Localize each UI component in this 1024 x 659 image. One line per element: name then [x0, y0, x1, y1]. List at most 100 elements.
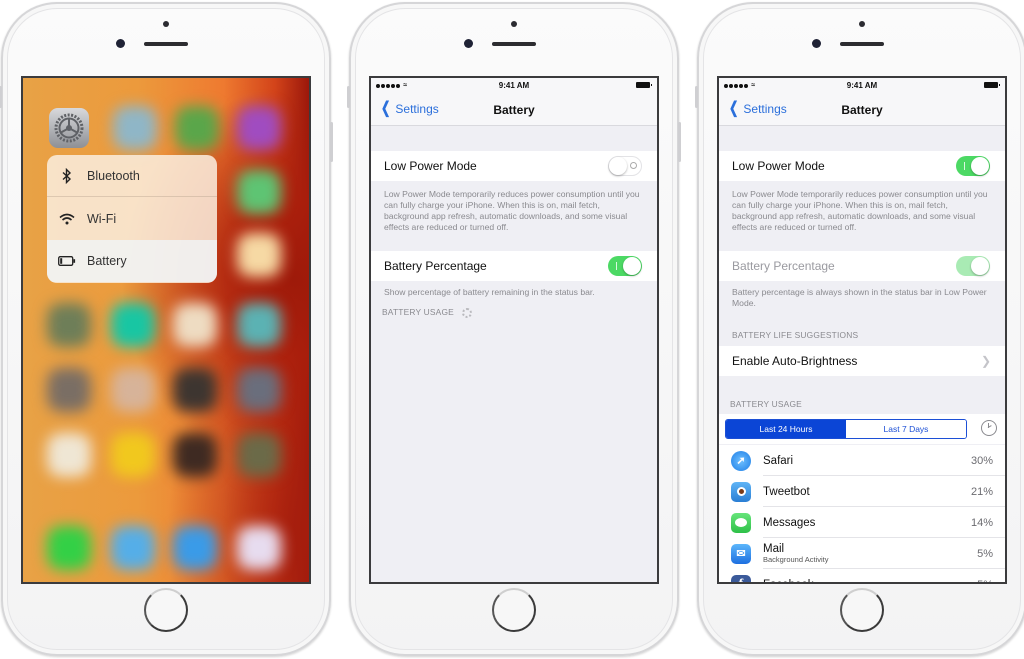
quick-actions-menu: Bluetooth Wi-Fi Battery: [47, 155, 217, 283]
app-usage-row-tweetbot[interactable]: Tweetbot 21%: [719, 476, 1005, 507]
safari-icon: ➚: [731, 450, 751, 471]
app-name: Safari: [763, 454, 794, 467]
blurred-dock-icon: [111, 526, 155, 570]
quick-action-battery[interactable]: Battery: [47, 240, 217, 282]
settings-gear-icon: [54, 113, 84, 143]
battery-usage-header-text: BATTERY USAGE: [382, 307, 454, 317]
quick-action-label: Battery: [87, 254, 127, 268]
iphone-frame-1: Bluetooth Wi-Fi Battery: [0, 2, 333, 656]
earpiece-speaker: [492, 42, 536, 46]
battery-percentage-label: Battery Percentage: [384, 259, 487, 273]
settings-content: Low Power Mode Low Power Mode temporaril…: [371, 127, 657, 582]
volume-button: [0, 86, 2, 108]
app-usage-percent: 14%: [970, 516, 993, 529]
usage-period-segmented-control: Last 24 Hours Last 7 Days: [725, 419, 967, 439]
blurred-app-icon: [237, 106, 281, 150]
three-iphones-composite: Bluetooth Wi-Fi Battery ≈ 9:41 AM ❮ Sett…: [0, 0, 1024, 659]
battery-usage-list: ➚ Safari 30% Tweetbot 21% Messages 14% ✉…: [719, 445, 1005, 583]
blurred-app-icon: [47, 368, 91, 412]
app-name: Facebook: [763, 579, 814, 583]
chevron-right-icon: ❯: [980, 354, 991, 368]
app-usage-percent: 5%: [977, 547, 993, 560]
low-power-mode-toggle[interactable]: [956, 156, 990, 176]
battery-usage-header: BATTERY USAGE: [382, 307, 473, 318]
status-time: 9:41 AM: [846, 81, 878, 90]
low-power-mode-toggle[interactable]: [608, 156, 642, 176]
navigation-bar: ❮ Settings Battery: [371, 94, 657, 126]
home-button[interactable]: [492, 588, 536, 632]
battery-percentage-cell: Battery Percentage: [719, 251, 1005, 281]
blurred-dock-icon: [237, 526, 281, 570]
front-camera: [464, 39, 473, 48]
power-button: [330, 122, 333, 162]
loading-spinner-icon: [462, 307, 473, 318]
battery-settings-screen: ≈ 9:41 AM ❮ Settings Battery Low Power M…: [369, 76, 659, 584]
quick-action-label: Wi-Fi: [87, 212, 117, 226]
iphone-frame-3: ≈ 9:41 AM ❮ Settings Battery Low Power M…: [695, 2, 1024, 656]
app-usage-percent: 21%: [970, 485, 993, 498]
settings-app-icon[interactable]: [49, 108, 89, 148]
messages-icon: [731, 512, 751, 533]
blurred-app-icon: [237, 303, 281, 347]
proximity-sensor: [859, 21, 865, 27]
blurred-app-icon: [47, 433, 91, 477]
blurred-dock-icon: [173, 526, 217, 570]
battery-percentage-label: Battery Percentage: [732, 259, 835, 273]
battery-percentage-toggle[interactable]: [608, 256, 642, 276]
app-subtitle: Background Activity: [763, 555, 829, 564]
segment-last-24-hours[interactable]: Last 24 Hours: [726, 420, 846, 438]
power-button: [678, 122, 681, 162]
segment-last-7-days[interactable]: Last 7 Days: [846, 420, 966, 438]
home-screen: Bluetooth Wi-Fi Battery: [21, 76, 311, 584]
iphone-frame-2: ≈ 9:41 AM ❮ Settings Battery Low Power M…: [347, 2, 681, 656]
app-usage-row-messages[interactable]: Messages 14%: [719, 507, 1005, 538]
blurred-app-icon: [47, 303, 91, 347]
navigation-bar: ❮ Settings Battery: [719, 94, 1005, 126]
battery-icon: [47, 256, 87, 266]
home-button[interactable]: [840, 588, 884, 632]
low-power-mode-cell: Low Power Mode: [719, 151, 1005, 181]
app-name: Messages: [763, 516, 816, 529]
battery-usage-header: BATTERY USAGE: [730, 399, 802, 409]
quick-action-bluetooth[interactable]: Bluetooth: [47, 155, 217, 197]
blurred-app-icon: [173, 368, 217, 412]
tweetbot-icon: [731, 481, 751, 502]
front-camera: [812, 39, 821, 48]
front-camera: [116, 39, 125, 48]
home-button[interactable]: [144, 588, 188, 632]
app-usage-row-safari[interactable]: ➚ Safari 30%: [719, 445, 1005, 476]
low-power-mode-cell: Low Power Mode: [371, 151, 657, 181]
bluetooth-icon: [47, 167, 87, 184]
blurred-app-icon: [175, 106, 219, 150]
low-power-mode-label: Low Power Mode: [732, 159, 825, 173]
blurred-app-icon: [111, 368, 155, 412]
status-bar: ≈ 9:41 AM: [719, 78, 1005, 94]
proximity-sensor: [511, 21, 517, 27]
earpiece-speaker: [840, 42, 884, 46]
battery-settings-screen-low-power: ≈ 9:41 AM ❮ Settings Battery Low Power M…: [717, 76, 1007, 584]
quick-action-label: Bluetooth: [87, 168, 140, 183]
blurred-app-icon: [237, 433, 281, 477]
blurred-app-icon: [113, 106, 157, 150]
battery-percentage-cell: Battery Percentage: [371, 251, 657, 281]
clock-icon[interactable]: [981, 420, 997, 436]
blurred-app-icon: [173, 433, 217, 477]
enable-auto-brightness-cell[interactable]: Enable Auto-Brightness ❯: [719, 346, 1005, 376]
quick-action-wifi[interactable]: Wi-Fi: [47, 198, 217, 240]
app-usage-row-mail[interactable]: ✉ Mail Background Activity 5%: [719, 538, 1005, 569]
low-power-mode-footer: Low Power Mode temporarily reduces power…: [732, 189, 988, 232]
blurred-app-icon: [237, 233, 281, 277]
battery-life-suggestions-header: BATTERY LIFE SUGGESTIONS: [732, 330, 859, 340]
settings-content: Low Power Mode Low Power Mode temporaril…: [719, 127, 1005, 582]
blurred-app-icon: [237, 170, 281, 214]
proximity-sensor: [163, 21, 169, 27]
battery-percentage-footer: Battery percentage is always shown in th…: [732, 287, 987, 308]
low-power-mode-label: Low Power Mode: [384, 159, 477, 173]
facebook-icon: f: [731, 574, 751, 582]
usage-period-row: Last 24 Hours Last 7 Days: [719, 414, 1005, 444]
app-usage-row-facebook[interactable]: f Facebook 5%: [719, 569, 1005, 583]
enable-auto-brightness-label: Enable Auto-Brightness: [732, 354, 858, 368]
app-name: Tweetbot: [763, 485, 810, 498]
battery-status-icon: [636, 82, 652, 88]
earpiece-speaker: [144, 42, 188, 46]
